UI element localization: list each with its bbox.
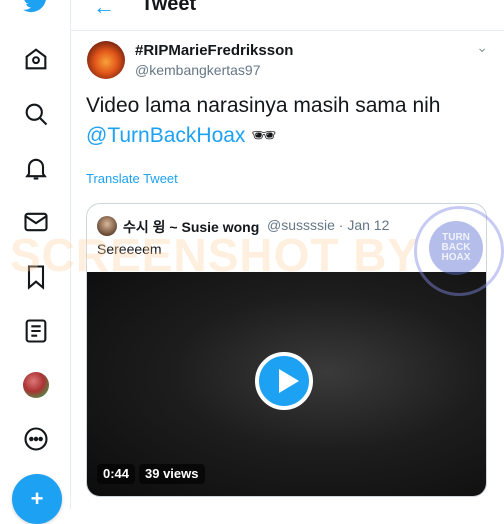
translate-tweet-link[interactable]: Translate Tweet bbox=[86, 171, 178, 186]
tweet-detail: #RIPMarieFredriksson @kembangkertas97 ⌄ … bbox=[71, 31, 504, 509]
profile-avatar[interactable] bbox=[23, 372, 49, 398]
explore-icon[interactable] bbox=[22, 100, 50, 128]
quoted-tweet[interactable]: 수시 윙 ~ Susie wong @sussssie · Jan 12 Ser… bbox=[86, 203, 487, 497]
compose-icon: + bbox=[30, 486, 44, 511]
bookmarks-icon[interactable] bbox=[22, 263, 50, 291]
tweet-text: Video lama narasinya masih sama nih @Tur… bbox=[86, 91, 486, 151]
video-player[interactable]: 0:44 39 views bbox=[87, 272, 486, 496]
quoted-handle-date: @sussssie · Jan 12 bbox=[267, 217, 390, 233]
tweet-body: Video lama narasinya masih sama nih bbox=[86, 94, 441, 117]
twitter-bird-icon[interactable] bbox=[22, 0, 50, 16]
quoted-author-avatar bbox=[97, 216, 117, 236]
video-duration: 0:44 bbox=[97, 464, 136, 484]
video-views: 39 views bbox=[139, 464, 205, 484]
play-button[interactable] bbox=[255, 352, 313, 410]
page-title: Tweet bbox=[141, 0, 197, 15]
lists-icon[interactable] bbox=[22, 317, 50, 345]
quoted-author-name: 수시 윙 ~ Susie wong bbox=[123, 219, 260, 235]
mention-link[interactable]: @TurnBackHoax bbox=[86, 124, 245, 147]
sunglasses-emoji: 🕶 bbox=[251, 125, 276, 147]
page-header: ← Tweet bbox=[71, 0, 504, 31]
author-avatar[interactable] bbox=[87, 41, 125, 79]
notifications-icon[interactable] bbox=[22, 154, 50, 182]
home-icon[interactable] bbox=[22, 45, 50, 73]
back-arrow-icon[interactable]: ← bbox=[93, 0, 115, 20]
author-display-name[interactable]: #RIPMarieFredriksson bbox=[135, 42, 293, 59]
sidebar-nav: + bbox=[0, 0, 71, 524]
more-icon[interactable] bbox=[22, 425, 50, 453]
quoted-text: Sereeeem bbox=[97, 241, 162, 257]
compose-tweet-button[interactable]: + bbox=[12, 474, 62, 524]
chevron-down-icon[interactable]: ⌄ bbox=[476, 39, 488, 56]
messages-icon[interactable] bbox=[22, 208, 50, 236]
author-handle[interactable]: @kembangkertas97 bbox=[135, 62, 261, 78]
